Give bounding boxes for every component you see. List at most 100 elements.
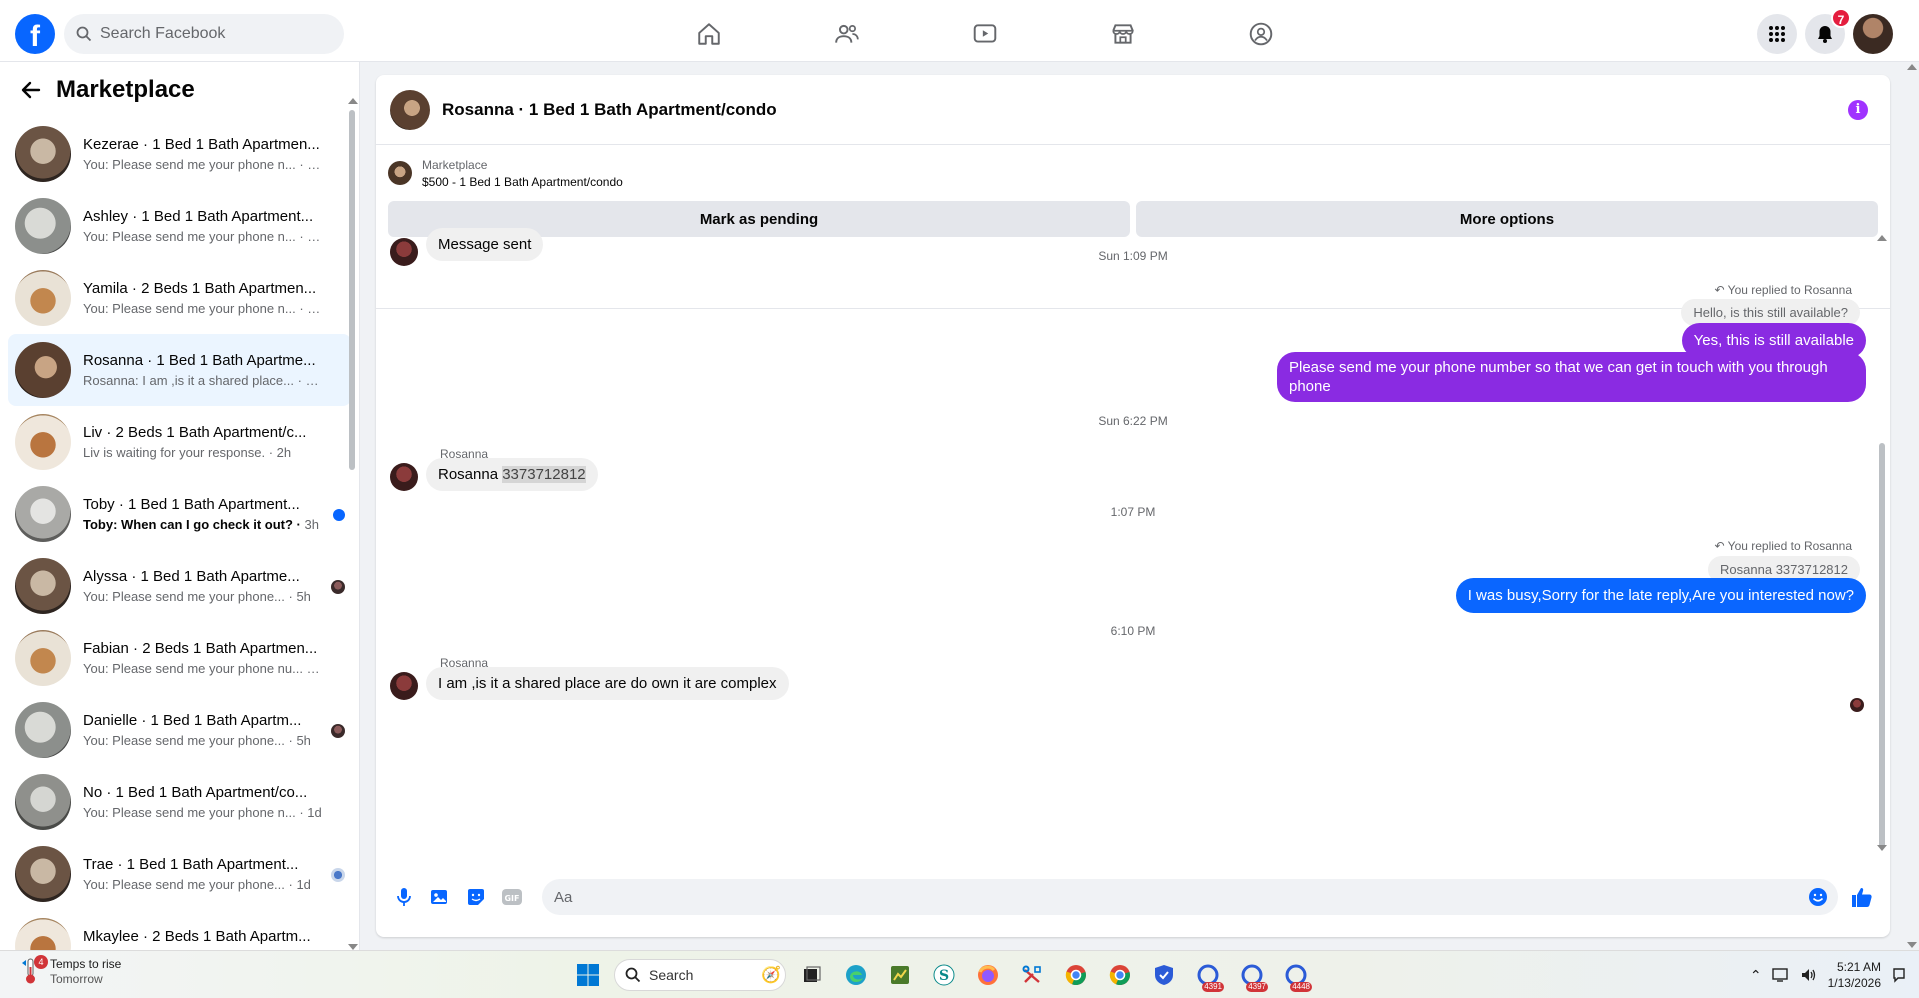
conversation-name: Yamila · 2 Beds 1 Bath Apartmen...	[83, 280, 317, 297]
message-bubble-incoming[interactable]: I am ,is it a shared place are do own it…	[426, 667, 789, 700]
system-tray: ⌃ 5:21 AM 1/13/2026	[1750, 959, 1907, 991]
listing-summary[interactable]: Marketplace $500 - 1 Bed 1 Bath Apartmen…	[388, 153, 1878, 193]
reply-indicator: ↶ You replied to Rosanna	[1715, 281, 1853, 299]
conversation-time: 5h	[296, 733, 311, 748]
conversation-item[interactable]: Liv · 2 Beds 1 Bath Apartment/c... Liv is…	[8, 406, 351, 478]
scroll-up-arrow[interactable]	[1907, 64, 1917, 70]
scroll-up-arrow[interactable]	[1877, 235, 1887, 241]
listing-thumbnail	[15, 558, 71, 614]
voice-clip-button[interactable]	[390, 883, 418, 911]
clock[interactable]: 5:21 AM 1/13/2026	[1828, 959, 1881, 991]
message-row: Rosanna 3373712812	[390, 458, 598, 491]
phone-number[interactable]: 3373712812	[502, 466, 586, 483]
message-input[interactable]: Aa	[542, 879, 1838, 915]
message-bubble-outgoing[interactable]: I was busy,Sorry for the late reply,Are …	[1455, 578, 1866, 613]
weather-title: Temps to rise	[50, 957, 122, 971]
app-badge-1[interactable]: 4391	[1190, 957, 1226, 993]
home-tab[interactable]	[640, 6, 778, 62]
start-button[interactable]	[570, 957, 606, 993]
notifications-button[interactable]: 7	[1805, 8, 1851, 54]
conversation-item[interactable]: Trae · 1 Bed 1 Bath Apartment... You: Ple…	[8, 838, 351, 910]
notification-center-icon[interactable]	[1891, 967, 1907, 983]
s-app[interactable]: S	[926, 957, 962, 993]
conversation-snippet: You: Please send me your phone nu... · 5…	[83, 661, 323, 676]
info-button[interactable]: i	[1848, 100, 1868, 120]
reply-label: ↶ You replied to Rosanna	[1714, 283, 1853, 297]
marketplace-tab[interactable]	[1054, 6, 1192, 62]
conversation-item[interactable]: Kezerae · 1 Bed 1 Bath Apartmen... You: P…	[8, 118, 351, 190]
separator: ·	[284, 589, 297, 604]
snipping-tool-app[interactable]	[1014, 957, 1050, 993]
conversation-item[interactable]: Toby · 1 Bed 1 Bath Apartment... Toby: Wh…	[8, 478, 351, 550]
conversation-item[interactable]: No · 1 Bed 1 Bath Apartment/co... You: Pl…	[8, 766, 351, 838]
network-icon[interactable]	[1771, 967, 1790, 983]
conversation-snippet: You: Please send me your phone n... · 3m	[83, 229, 323, 244]
conversation-item[interactable]: Fabian · 2 Beds 1 Bath Apartmen... You: P…	[8, 622, 351, 694]
chrome-app-1[interactable]	[1058, 957, 1094, 993]
app-badge-3[interactable]: 4448	[1278, 957, 1314, 993]
conversation-item[interactable]: Rosanna · 1 Bed 1 Bath Apartme... Rosanna…	[8, 334, 351, 406]
search-highlight-icon: 🧭	[761, 967, 781, 984]
menu-button[interactable]	[1757, 14, 1797, 54]
shield-app[interactable]	[1146, 957, 1182, 993]
taskbar-search[interactable]: Search 🧭	[614, 959, 786, 991]
groups-tab[interactable]	[1192, 6, 1330, 62]
app-count-badge: 4448	[1290, 982, 1312, 992]
page-scrollbar[interactable]	[1905, 62, 1919, 950]
sidebar-scrollbar[interactable]	[348, 98, 358, 950]
seen-avatar	[1850, 698, 1864, 712]
apps-grid-icon	[1769, 26, 1785, 42]
more-options-button[interactable]: More options	[1136, 201, 1878, 237]
scroll-up-arrow[interactable]	[348, 98, 358, 104]
emoji-icon[interactable]	[1808, 887, 1828, 907]
conversation-snippet: You: Please send me your phone... · 5h	[83, 733, 323, 748]
conversation-item[interactable]: Yamila · 2 Beds 1 Bath Apartmen... You: P…	[8, 262, 351, 334]
message-row: I was busy,Sorry for the late reply,Are …	[1455, 578, 1866, 613]
sticker-button[interactable]	[462, 883, 490, 911]
chat-scrollbar[interactable]	[1877, 235, 1887, 851]
bell-icon	[1818, 26, 1832, 43]
conversation-item[interactable]: Ashley · 1 Bed 1 Bath Apartment... You: P…	[8, 190, 351, 262]
conversation-name: Rosanna · 1 Bed 1 Bath Apartme...	[83, 352, 316, 369]
conversation-item[interactable]: Danielle · 1 Bed 1 Bath Apartm... You: Pl…	[8, 694, 351, 766]
listing-avatar[interactable]	[390, 89, 430, 130]
chevron-up-icon[interactable]: ⌃	[1750, 967, 1762, 984]
message-bubble-outgoing[interactable]: Please send me your phone number so that…	[1277, 352, 1866, 402]
message-bubble-incoming[interactable]: Rosanna 3373712812	[426, 458, 598, 491]
profile-avatar[interactable]	[1853, 14, 1893, 54]
weather-widget[interactable]: 4 Temps to rise Tomorrow	[20, 955, 122, 987]
timestamp: 1:07 PM	[1110, 505, 1156, 519]
back-arrow-icon[interactable]	[20, 79, 42, 101]
microphone-icon	[397, 888, 411, 906]
info-icon: i	[1855, 102, 1861, 117]
like-button[interactable]	[1848, 883, 1876, 911]
scrollbar-thumb[interactable]	[349, 110, 355, 470]
volume-icon[interactable]	[1800, 967, 1818, 983]
sheets-app[interactable]	[882, 957, 918, 993]
conversation-item[interactable]: Alyssa · 1 Bed 1 Bath Apartme... You: Ple…	[8, 550, 351, 622]
conversation-item[interactable]: Mkaylee · 2 Beds 1 Bath Apartm...Mkaylee…	[8, 910, 351, 950]
search-facebook-input[interactable]: Search Facebook	[64, 14, 344, 54]
gif-button[interactable]: GIF	[498, 883, 526, 911]
chat-title[interactable]: Rosanna · 1 Bed 1 Bath Apartment/condo	[442, 100, 777, 120]
snippet-text: You: Please send me your phone...	[83, 877, 285, 892]
contact-avatar[interactable]	[390, 463, 418, 491]
snippet-text: You: Please send me your phone n...	[83, 301, 296, 316]
separator: ·	[284, 877, 297, 892]
scrollbar-thumb[interactable]	[1879, 443, 1885, 848]
video-tab[interactable]	[916, 6, 1054, 62]
scroll-down-arrow[interactable]	[1907, 942, 1917, 948]
friends-tab[interactable]	[778, 6, 916, 62]
facebook-logo[interactable]: f	[15, 14, 55, 54]
app-badge-2[interactable]: 4397	[1234, 957, 1270, 993]
chrome-app-2[interactable]	[1102, 957, 1138, 993]
attach-photo-button[interactable]	[426, 883, 454, 911]
quoted-message[interactable]: Hello, is this still available?	[1681, 299, 1860, 326]
edge-app[interactable]	[838, 957, 874, 993]
scroll-down-arrow[interactable]	[1877, 845, 1887, 851]
snippet-text: Liv is waiting for your response.	[83, 445, 266, 460]
firefox-app[interactable]	[970, 957, 1006, 993]
task-view-button[interactable]	[794, 957, 830, 993]
conversation-snippet: Toby: When can I go check it out? · 3h	[83, 517, 323, 532]
contact-avatar[interactable]	[390, 672, 418, 700]
